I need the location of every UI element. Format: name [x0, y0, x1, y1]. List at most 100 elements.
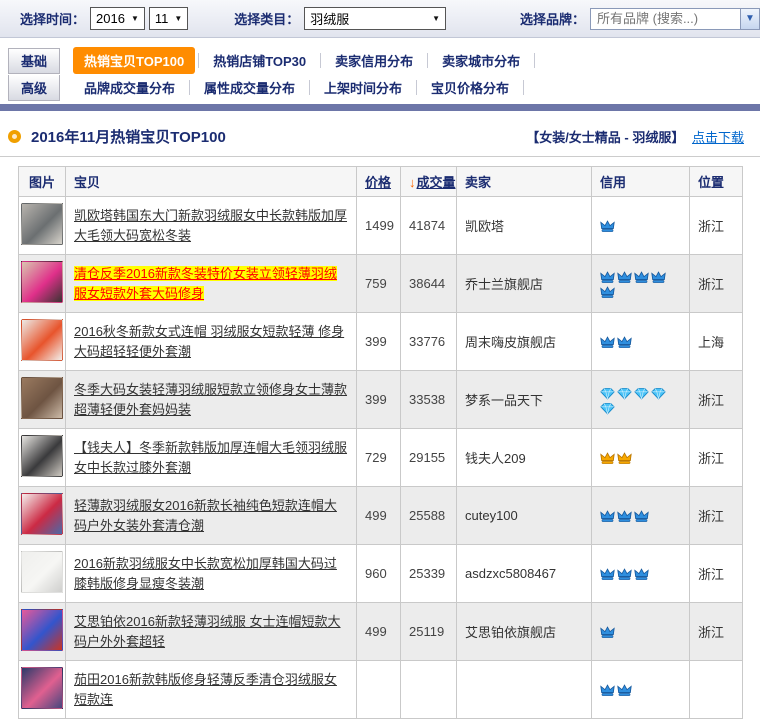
tab-item-price-distribution[interactable]: 宝贝价格分布: [417, 74, 523, 101]
location-value: 浙江: [690, 487, 743, 545]
price-value: 1499: [357, 197, 401, 255]
title-divider: [0, 156, 760, 157]
credit-rating: [592, 545, 690, 603]
seller-name: 梦系一品天下: [457, 371, 592, 429]
tab-brand-volume-distribution[interactable]: 品牌成交量分布: [70, 74, 189, 101]
product-thumbnail[interactable]: [21, 319, 63, 361]
blue-crown-icon: [600, 220, 615, 233]
tab-hot-items-top100[interactable]: 热销宝贝TOP100: [73, 47, 195, 74]
table-row: 茄田2016新款韩版修身轻薄反季清仓羽绒服女短款连: [19, 661, 743, 719]
brand-dropdown-button[interactable]: ▼: [740, 8, 760, 30]
product-title-link[interactable]: 凯欧塔韩国东大门新款羽绒服女中长款韩版加厚大毛领大码宽松冬装: [74, 208, 347, 243]
product-title-link[interactable]: 2016新款羽绒服女中长款宽松加厚韩国大码过膝韩版修身显瘦冬装潮: [74, 556, 337, 591]
product-thumbnail[interactable]: [21, 609, 63, 651]
blue-crown-icon: [651, 271, 666, 284]
category-breadcrumb: 【女装/女士精品 - 羽绒服】: [526, 130, 684, 145]
product-title-link[interactable]: 2016秋冬新款女式连帽 羽绒服女短款轻薄 修身大码超轻轻便外套潮: [74, 324, 344, 359]
header-location: 位置: [690, 167, 743, 197]
blue-crown-icon: [600, 568, 615, 581]
price-value: 499: [357, 487, 401, 545]
category-select[interactable]: 羽绒服 ▼: [304, 7, 446, 30]
location-value: 浙江: [690, 429, 743, 487]
product-title-link[interactable]: 【钱夫人】冬季新款韩版加厚连帽大毛领羽绒服女中长款过膝外套潮: [74, 440, 347, 475]
table-row: 【钱夫人】冬季新款韩版加厚连帽大毛领羽绒服女中长款过膝外套潮72929155钱夫…: [19, 429, 743, 487]
table-row: 2016秋冬新款女式连帽 羽绒服女短款轻薄 修身大码超轻轻便外套潮 3993377…: [19, 313, 743, 371]
product-thumbnail[interactable]: [21, 667, 63, 709]
blue-crown-icon: [600, 271, 615, 284]
credit-rating: [592, 371, 690, 429]
product-thumbnail[interactable]: [21, 551, 63, 593]
seller-name: 乔士兰旗舰店: [457, 255, 592, 313]
blue-crown-icon: [600, 510, 615, 523]
price-value: 729: [357, 429, 401, 487]
price-value: 960: [357, 545, 401, 603]
basic-tab-row: 基础 热销宝贝TOP100 热销店铺TOP30 卖家信用分布 卖家城市分布: [0, 47, 760, 74]
blue-diamond-icon: [600, 402, 615, 415]
tab-hot-shops-top30[interactable]: 热销店铺TOP30: [199, 47, 320, 74]
blue-crown-icon: [617, 271, 632, 284]
product-thumbnail[interactable]: [21, 435, 63, 477]
seller-name: cutey100: [457, 487, 592, 545]
blue-crown-icon: [634, 271, 649, 284]
advanced-tabs-label: 高级: [8, 75, 60, 101]
header-volume-sort-link[interactable]: 成交量: [417, 175, 456, 190]
product-title-link[interactable]: 茄田2016新款韩版修身轻薄反季清仓羽绒服女短款连: [74, 672, 337, 707]
location-value: 浙江: [690, 197, 743, 255]
seller-name: 凯欧塔: [457, 197, 592, 255]
seller-name: asdzxc5808467: [457, 545, 592, 603]
location-value: 浙江: [690, 545, 743, 603]
price-value: 399: [357, 371, 401, 429]
table-header-row: 图片 宝贝 价格 ↓成交量 卖家 信用 位置: [19, 167, 743, 197]
tab-seller-credit-distribution[interactable]: 卖家信用分布: [321, 47, 427, 74]
bullet-icon: [8, 130, 21, 143]
product-title-link[interactable]: 清仓反季2016新款冬装特价女装立领轻薄羽绒服女短款外套大码修身: [74, 266, 337, 301]
header-price-sort-link[interactable]: 价格: [365, 175, 391, 190]
product-title-link[interactable]: 冬季大码女装轻薄羽绒服短款立领修身女士薄款超薄轻便外套妈妈装: [74, 382, 347, 417]
price-value: 399: [357, 313, 401, 371]
volume-value: 25588: [401, 487, 457, 545]
header-credit: 信用: [592, 167, 690, 197]
product-thumbnail[interactable]: [21, 493, 63, 535]
blue-diamond-icon: [600, 387, 615, 400]
blue-crown-icon: [634, 510, 649, 523]
product-title-link[interactable]: 艾思铂依2016新款轻薄羽绒服 女士连帽短款大码户外外套超轻: [74, 614, 341, 649]
brand-combo: ▼: [590, 8, 760, 30]
blue-crown-icon: [617, 510, 632, 523]
basic-tabs-label: 基础: [8, 48, 60, 74]
chevron-down-icon: ▼: [745, 13, 755, 24]
brand-search-input[interactable]: [590, 8, 740, 30]
tab-attribute-volume-distribution[interactable]: 属性成交量分布: [190, 74, 309, 101]
chevron-down-icon: ▼: [432, 14, 440, 23]
volume-value: 33538: [401, 371, 457, 429]
table-row: 凯欧塔韩国东大门新款羽绒服女中长款韩版加厚大毛领大码宽松冬装149941874凯…: [19, 197, 743, 255]
year-select[interactable]: 2016 ▼: [90, 7, 145, 30]
blue-crown-icon: [600, 336, 615, 349]
header-item: 宝贝: [66, 167, 357, 197]
tab-seller-city-distribution[interactable]: 卖家城市分布: [428, 47, 534, 74]
price-value: [357, 661, 401, 719]
volume-value: 33776: [401, 313, 457, 371]
product-thumbnail[interactable]: [21, 261, 63, 303]
month-select[interactable]: 11 ▼: [149, 7, 188, 30]
sort-desc-icon: ↓: [409, 175, 416, 190]
blue-diamond-icon: [651, 387, 666, 400]
location-value: [690, 661, 743, 719]
top100-table: 图片 宝贝 价格 ↓成交量 卖家 信用 位置 凯欧塔韩国东大门新款羽绒服女中长款…: [18, 166, 743, 719]
product-thumbnail[interactable]: [21, 377, 63, 419]
month-select-value: 11: [155, 11, 169, 26]
chevron-down-icon: ▼: [174, 14, 182, 23]
blue-crown-icon: [600, 286, 615, 299]
product-title-link[interactable]: 轻薄款羽绒服女2016新款长袖纯色短款连帽大码户外女装外套清仓潮: [74, 498, 337, 533]
blue-crown-icon: [634, 568, 649, 581]
header-image: 图片: [19, 167, 66, 197]
page-title: 2016年11月热销宝贝TOP100: [31, 126, 226, 147]
blue-crown-icon: [600, 626, 615, 639]
volume-value: 38644: [401, 255, 457, 313]
tab-listing-time-distribution[interactable]: 上架时间分布: [310, 74, 416, 101]
product-thumbnail[interactable]: [21, 203, 63, 245]
seller-name: 周末嗨皮旗舰店: [457, 313, 592, 371]
download-link[interactable]: 点击下载: [692, 130, 744, 145]
table-row: 清仓反季2016新款冬装特价女装立领轻薄羽绒服女短款外套大码修身 75938644…: [19, 255, 743, 313]
price-value: 759: [357, 255, 401, 313]
blue-crown-icon: [617, 684, 632, 697]
